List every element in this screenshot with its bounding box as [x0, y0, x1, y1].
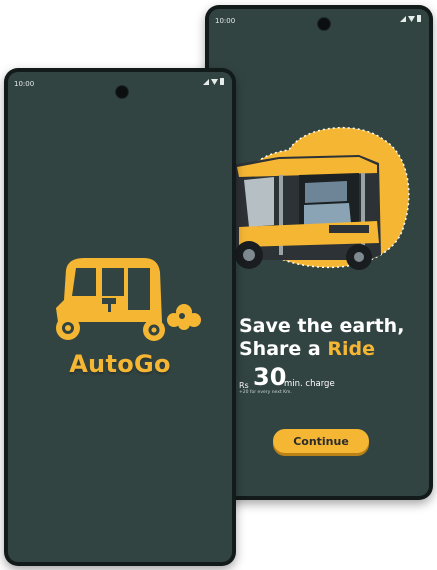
- headline-line1: Save the earth,: [239, 315, 405, 337]
- camera-icon: [317, 17, 331, 31]
- camera-icon: [115, 85, 129, 99]
- headline-accent: Ride: [327, 338, 375, 360]
- phone-onboarding: 10:00 Save the earth, Share a Ride Rs 30…: [205, 5, 433, 500]
- signal-icon: [203, 78, 209, 85]
- headline-line2: Share a Ride: [239, 338, 429, 361]
- auto-rickshaw-logo-icon: [56, 258, 201, 341]
- signal-icon: [400, 15, 406, 22]
- continue-button[interactable]: Continue: [273, 429, 369, 453]
- onboarding-screen: 10:00 Save the earth, Share a Ride Rs 30…: [209, 9, 429, 496]
- status-time: 10:00: [14, 80, 35, 88]
- status-time: 10:00: [215, 17, 236, 25]
- battery-icon: [220, 78, 224, 85]
- headline: Save the earth, Share a Ride: [239, 315, 429, 361]
- headline-line2-prefix: Share a: [239, 338, 328, 360]
- splash-screen: 10:00 AutoGo: [8, 72, 232, 562]
- wifi-icon: [211, 78, 218, 85]
- price-value: 30: [253, 363, 287, 391]
- auto-rickshaw-photo: [225, 127, 410, 270]
- battery-icon: [417, 15, 421, 22]
- brand-name: AutoGo: [69, 350, 171, 378]
- status-icons: [203, 78, 224, 85]
- price-currency: Rs: [239, 381, 249, 390]
- status-icons: [400, 15, 421, 22]
- price-note: +20 for every next Km.: [239, 390, 292, 395]
- phone-splash: 10:00 AutoGo: [4, 68, 236, 566]
- price-unit: min. charge: [284, 379, 335, 389]
- wifi-icon: [408, 15, 415, 22]
